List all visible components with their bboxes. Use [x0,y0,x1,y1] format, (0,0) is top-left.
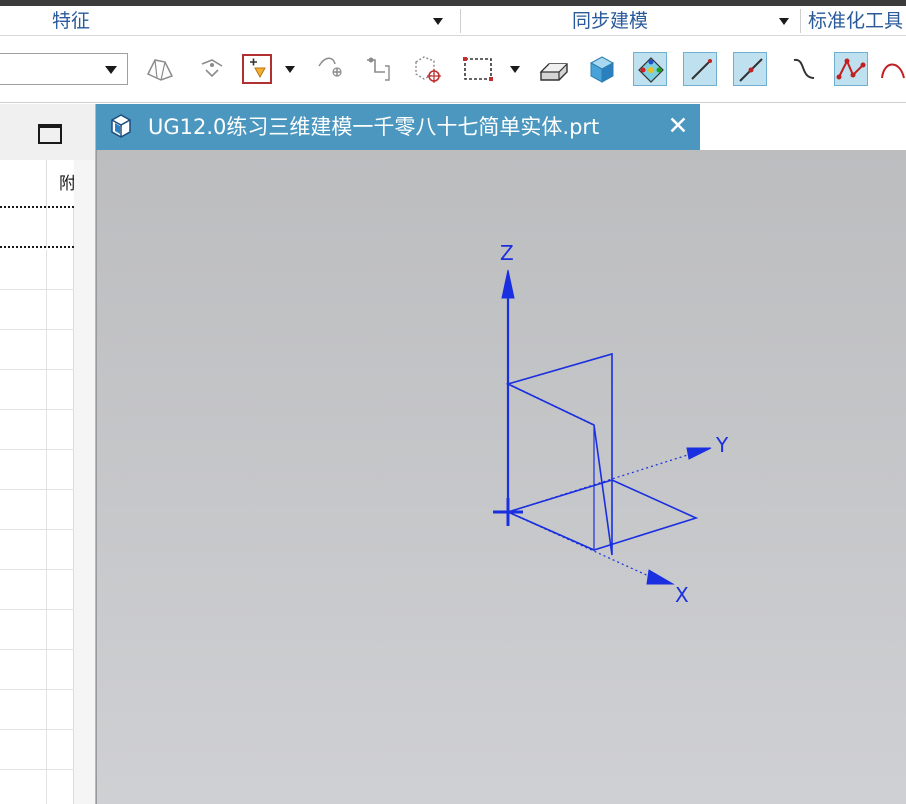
snap-point-icon[interactable] [240,52,274,86]
table-row[interactable] [0,410,74,450]
csys-icon[interactable] [410,52,444,86]
box-select-icon[interactable] [461,52,495,86]
surface-analysis-icon[interactable] [143,52,177,86]
ribbon-group-sync-modeling[interactable]: 同步建模 [572,6,648,36]
curve-icon[interactable] [786,52,820,86]
line-icon[interactable] [683,52,717,86]
curve-from-point-icon[interactable] [361,52,395,86]
studio-spline-icon[interactable] [834,52,868,86]
selection-filter-dropdown[interactable] [0,53,128,85]
box-select-dropdown-icon[interactable] [510,66,520,73]
table-row[interactable] [0,730,74,770]
datum-plane-xz [505,352,613,556]
navigator-tree[interactable]: 附 [0,160,74,804]
x-axis-label: X [675,583,689,607]
document-tab-title: UG12.0练习三维建模一千零八十七简单实体.prt [148,115,600,139]
close-icon[interactable]: ✕ [664,104,692,150]
part-file-icon [106,110,136,140]
group-divider [460,9,461,33]
column-header-label: 附 [46,160,74,208]
table-row[interactable] [0,450,74,490]
navigator-header [0,104,95,160]
csys-origin [493,498,523,526]
table-row[interactable] [0,530,74,570]
chevron-down-icon[interactable] [105,66,117,74]
ribbon-group-features[interactable]: 特征 [52,6,90,36]
datum-plane-xy [505,479,699,551]
table-row[interactable] [0,650,74,690]
part-navigator-panel: 附 [0,104,96,804]
table-row[interactable] [0,330,74,370]
x-axis-arrow [646,569,675,585]
table-row[interactable] [0,610,74,650]
table-row[interactable] [0,290,74,330]
z-axis-arrow [501,269,515,299]
group-divider [800,9,801,33]
document-tab[interactable]: UG12.0练习三维建模一千零八十七简单实体.prt ✕ [96,104,700,150]
ribbon-group-standard-tools[interactable]: 标准化工具 [808,6,903,36]
table-row[interactable] [0,370,74,410]
maximize-icon[interactable] [38,124,62,144]
edge-blend-icon[interactable] [196,52,230,86]
snap-dropdown-icon[interactable] [285,66,295,73]
sync-modeling-dropdown-icon[interactable] [779,18,789,25]
table-row[interactable] [0,570,74,610]
navigator-column-header[interactable]: 附 [0,160,74,208]
y-axis-arrow [686,447,712,460]
table-row[interactable] [0,250,74,290]
table-row[interactable] [0,490,74,530]
datum-csys[interactable] [493,269,712,585]
graphics-viewport[interactable]: Z Y X [96,150,906,804]
z-axis-label: Z [500,241,514,265]
table-row[interactable] [0,690,74,730]
features-dropdown-icon[interactable] [433,18,443,25]
shaded-block-icon[interactable] [537,52,571,86]
quick-pick-icon[interactable] [633,52,667,86]
table-row[interactable] [0,208,74,248]
arc-icon[interactable] [876,52,906,86]
line-point-icon[interactable] [733,52,767,86]
selection-toolbar [0,37,906,103]
model-view[interactable]: Z Y X [97,150,906,804]
solid-cube-icon[interactable] [585,52,619,86]
y-axis-label: Y [715,433,729,457]
navigator-scrollbar[interactable] [74,160,95,804]
ribbon-group-bar: 特征 同步建模 标准化工具 [0,6,906,36]
point-constructor-icon[interactable] [313,52,347,86]
document-tab-strip: UG12.0练习三维建模一千零八十七简单实体.prt ✕ [96,104,906,150]
table-row[interactable] [0,770,74,804]
